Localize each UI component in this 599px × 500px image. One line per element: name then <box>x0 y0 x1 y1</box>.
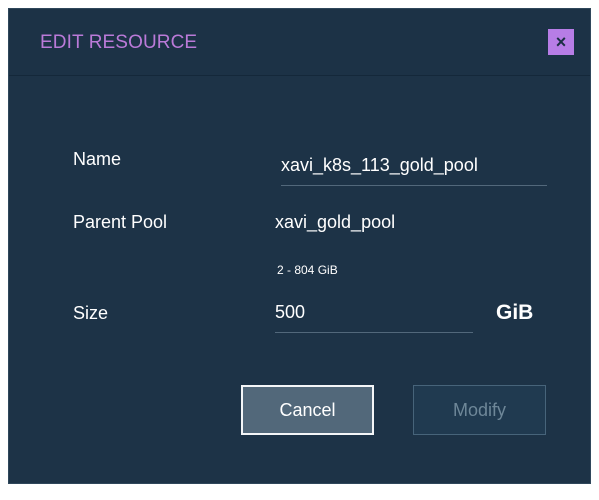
background-page-strip <box>0 0 599 8</box>
name-input[interactable] <box>281 146 547 186</box>
name-label: Name <box>73 149 122 169</box>
edit-resource-dialog: EDIT RESOURCE × Name Parent Pool xavi_go… <box>8 8 591 484</box>
close-icon: × <box>555 32 567 52</box>
dialog-header: EDIT RESOURCE × <box>9 9 590 76</box>
size-unit-label: GiB <box>496 301 534 324</box>
size-label: Size <box>73 303 109 323</box>
close-button[interactable]: × <box>548 29 574 55</box>
parent-pool-value: xavi_gold_pool <box>275 212 396 232</box>
edit-resource-screen: EDIT RESOURCE × Name Parent Pool xavi_go… <box>0 0 599 500</box>
dialog-title: EDIT RESOURCE <box>40 32 198 53</box>
size-range-hint: 2 - 804 GiB <box>277 263 338 277</box>
size-input[interactable] <box>275 292 473 333</box>
parent-pool-label: Parent Pool <box>73 212 168 232</box>
cancel-button[interactable]: Cancel <box>241 385 374 435</box>
modify-button: Modify <box>413 385 546 435</box>
background-text-fragment <box>150 0 260 6</box>
